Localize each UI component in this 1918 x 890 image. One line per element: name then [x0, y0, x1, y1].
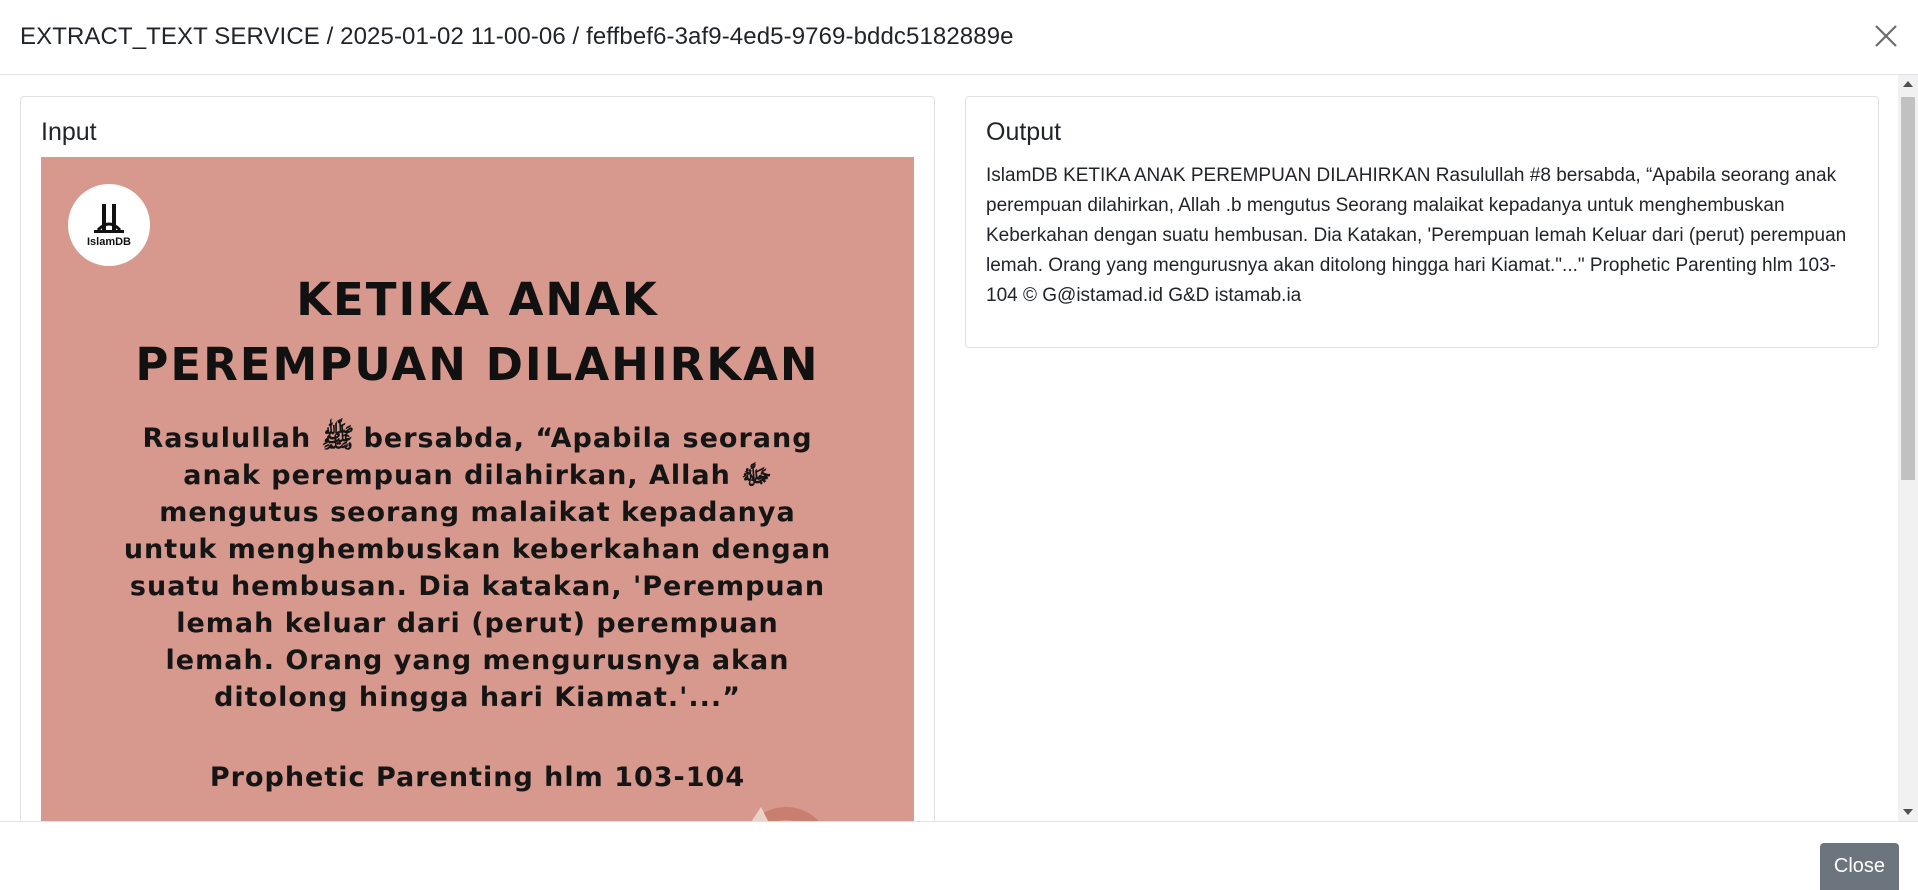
- close-x-icon[interactable]: [1872, 22, 1900, 50]
- mosque-icon: [94, 204, 124, 233]
- scroll-down-icon[interactable]: [1903, 809, 1913, 815]
- poster-body-line: suatu hembusan. Dia katakan, 'Perempuan: [129, 571, 826, 602]
- poster-body-line: ditolong hingga hari Kiamat.'...”: [214, 682, 741, 713]
- poster-source: Prophetic Parenting hlm 103-104: [209, 762, 746, 793]
- poster-title-line: PEREMPUAN DILAHIRKAN: [135, 338, 820, 391]
- poster-body: Rasulullah ﷺ bersabda, “Apabila seorang …: [41, 420, 914, 716]
- output-card: Output IslamDB KETIKA ANAK PEREMPUAN DIL…: [965, 96, 1879, 348]
- modal-dialog: EXTRACT_TEXT SERVICE / 2025-01-02 11-00-…: [0, 0, 1918, 890]
- modal-header: EXTRACT_TEXT SERVICE / 2025-01-02 11-00-…: [0, 0, 1918, 75]
- input-image: IslamDB KETIKA ANAK PEREMPUAN DILAHIRKAN…: [41, 157, 914, 821]
- modal-body[interactable]: Input IslamDB KETIKA ANAK PEREMPUAN DILA…: [0, 75, 1918, 821]
- poster-body-line: lemah. Orang yang mengurusnya akan: [165, 645, 790, 676]
- logo-text: IslamDB: [86, 236, 132, 248]
- scroll-up-icon[interactable]: [1903, 81, 1913, 87]
- vertical-scrollbar[interactable]: [1898, 75, 1918, 821]
- modal-footer: Close: [0, 821, 1918, 890]
- poster-title: KETIKA ANAK PEREMPUAN DILAHIRKAN: [41, 267, 914, 397]
- scroll-thumb[interactable]: [1901, 97, 1915, 480]
- poster-body-line: lemah keluar dari (perut) perempuan: [176, 608, 779, 639]
- output-card-title: Output: [986, 118, 1062, 146]
- close-button[interactable]: Close: [1820, 843, 1899, 890]
- islamdb-logo: IslamDB: [68, 184, 150, 266]
- poster-body-line: untuk menghembuskan keberkahan dengan: [123, 534, 832, 565]
- decorative-shape-icon: [751, 807, 819, 821]
- poster-body-line: mengutus seorang malaikat kepadanya: [159, 497, 796, 528]
- modal-title: EXTRACT_TEXT SERVICE / 2025-01-02 11-00-…: [20, 23, 1014, 50]
- output-text: IslamDB KETIKA ANAK PEREMPUAN DILAHIRKAN…: [986, 165, 1847, 306]
- poster-title-line: KETIKA ANAK: [296, 273, 659, 326]
- poster-body-line: anak perempuan dilahirkan, Allah ﷻ: [183, 460, 772, 491]
- input-card: Input IslamDB KETIKA ANAK PEREMPUAN DILA…: [20, 96, 935, 821]
- poster-body-line: Rasulullah ﷺ bersabda, “Apabila seorang: [142, 423, 813, 454]
- input-card-title: Input: [41, 118, 97, 146]
